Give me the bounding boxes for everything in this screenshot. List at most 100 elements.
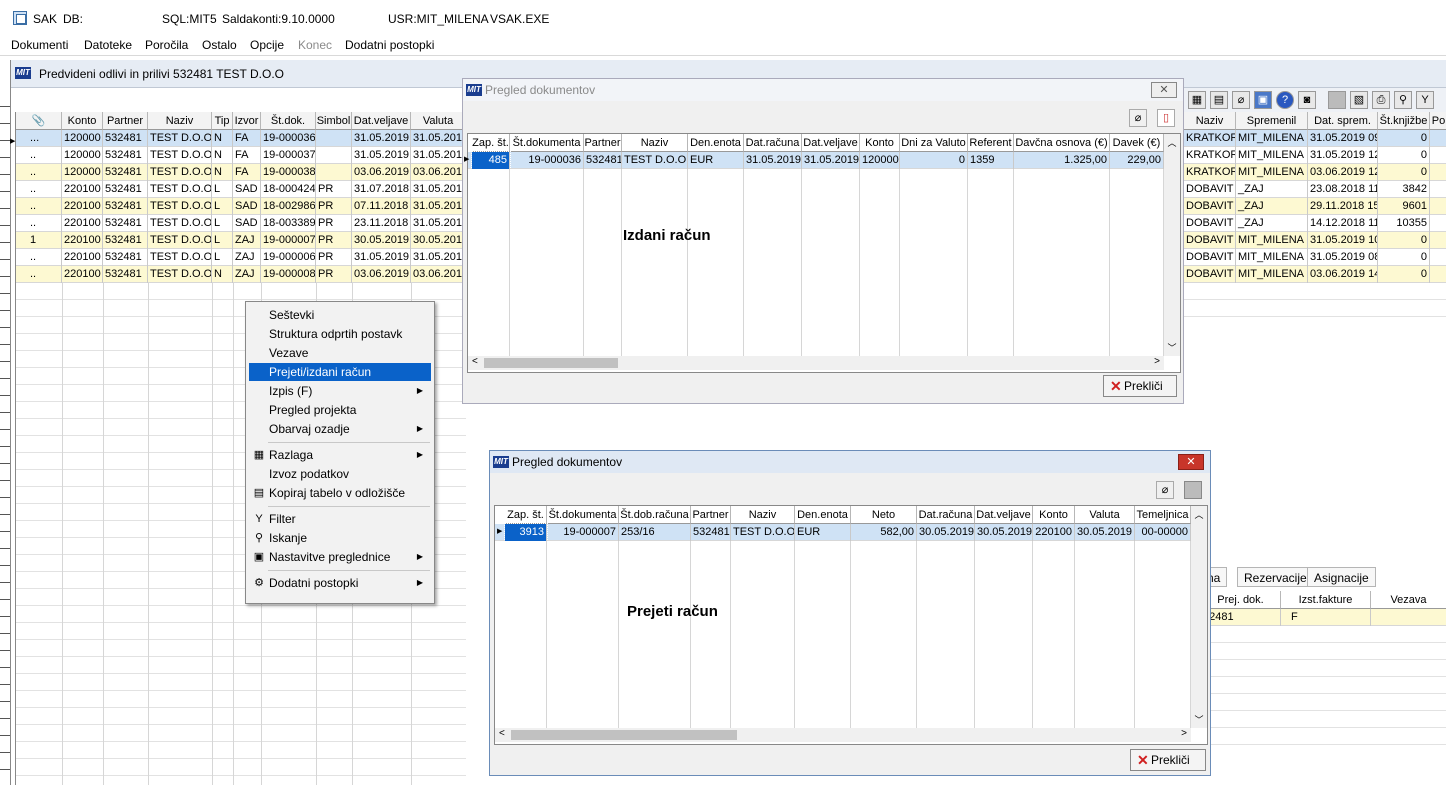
scroll-left-icon[interactable]: < [472, 356, 478, 367]
table-row[interactable]: .. 220100 532481 TEST D.O.O L SAD 18-002986 PR 0… [16, 198, 466, 215]
izdani-col-osnova[interactable]: Davčna osnova (€) [1014, 134, 1110, 152]
toolbar-icon-1[interactable]: ▦ [1188, 91, 1206, 109]
prejeti-grid[interactable]: Zap. št. Št.dokumenta Št.dob.računa Partner… [494, 505, 1208, 745]
lcol-vezava[interactable]: Vezava [1371, 591, 1446, 609]
menu-datoteke[interactable]: Datoteke [84, 38, 132, 52]
izdani-col-konto[interactable]: Konto [860, 134, 900, 152]
rcol-naziv[interactable]: Naziv [1184, 112, 1236, 130]
prejeti-hscroll[interactable]: < > [495, 728, 1191, 742]
table-row[interactable]: DOBAVIT _ZAJ 23.08.2018 11 3842 [1184, 181, 1446, 198]
prejeti-col-datr[interactable]: Dat.računa [917, 506, 975, 524]
ctx-vezave[interactable]: Vezave [249, 344, 431, 362]
ctx-iskanje[interactable]: ⚲ Iskanje [249, 529, 431, 547]
rcol-datsprem[interactable]: Dat. sprem. [1308, 112, 1378, 130]
lower-right-grid[interactable]: Prej. dok. Izst.fakture Vezava 32481 F [1201, 591, 1446, 761]
ctx-prejeti-izdani[interactable]: Prejeti/izdani račun [249, 363, 431, 381]
rcol-po[interactable]: Po [1430, 112, 1446, 130]
print-icon[interactable]: ⎙ [1372, 91, 1390, 109]
col-simbol[interactable]: Simbol [316, 112, 352, 130]
table-row[interactable]: 1 220100 532481 TEST D.O.O L ZAJ 19-000007 PR 30… [16, 232, 466, 249]
izdani-hscroll[interactable]: < > [468, 356, 1164, 370]
col-datveljave[interactable]: Dat.veljave [352, 112, 411, 130]
izdani-grid[interactable]: Zap. št. Št.dokumenta Partner Naziv Den.enot… [464, 133, 1181, 373]
prejeti-col-tem[interactable]: Temeljnica [1135, 506, 1191, 524]
table-row[interactable]: KRATKOR MIT_MILENA 03.06.2019 12 0 [1184, 164, 1446, 181]
izdani-vscroll[interactable]: ︿ ﹀ [1164, 134, 1180, 356]
table-row[interactable]: .. 120000 532481 TEST D.O.O N FA 19-000038 03.0… [16, 164, 466, 181]
scroll-up-icon[interactable]: ︿ [1191, 508, 1207, 521]
menu-dodatni-postopki[interactable]: Dodatni postopki [345, 38, 434, 52]
search-icon[interactable]: ⚲ [1394, 91, 1412, 109]
table-row[interactable]: .. 220100 532481 TEST D.O.O L SAD 18-003389 PR 2… [16, 215, 466, 232]
menu-konec[interactable]: Konec [298, 38, 332, 52]
ctx-izvoz[interactable]: Izvoz podatkov [249, 465, 431, 483]
col-konto[interactable]: Konto [62, 112, 103, 130]
col-attach[interactable]: 📎 [16, 112, 62, 130]
izdani-col-zap[interactable]: Zap. št. [472, 134, 510, 152]
lcol-izstfakture[interactable]: Izst.fakture [1281, 591, 1371, 609]
izdani-col-dni[interactable]: Dni za Valuto [900, 134, 968, 152]
col-izvor[interactable]: Izvor [233, 112, 261, 130]
table-row[interactable]: DOBAVIT _ZAJ 29.11.2018 15 9601 [1184, 198, 1446, 215]
filter-icon[interactable]: Y [1416, 91, 1434, 109]
right-grid[interactable]: Naziv Spremenil Dat. sprem. Št.knjižbe P… [1184, 112, 1446, 328]
col-partner[interactable]: Partner [103, 112, 148, 130]
table-row[interactable]: .. 220100 532481 TEST D.O.O L ZAJ 19-000006 PR 3… [16, 249, 466, 266]
izdani-hscroll-thumb[interactable] [484, 358, 618, 368]
monitor-icon[interactable]: ▣ [1254, 91, 1272, 109]
col-valuta[interactable]: Valuta [411, 112, 466, 130]
prejeti-col-neto[interactable]: Neto [851, 506, 917, 524]
paperclip-icon[interactable]: ⌀ [1156, 481, 1174, 499]
prejeti-cancel-button[interactable]: ✕ Prekliči [1130, 749, 1206, 771]
ctx-razlaga[interactable]: ▦ Razlaga ▶ [249, 446, 431, 464]
izdani-col-stdok[interactable]: Št.dokumenta [510, 134, 584, 152]
ctx-obarvaj[interactable]: Obarvaj ozadje ▶ [249, 420, 431, 438]
lcol-prejdok[interactable]: Prej. dok. [1201, 591, 1281, 609]
table-row[interactable]: DOBAVIT MIT_MILENA 31.05.2019 10 0 [1184, 232, 1446, 249]
edit-icon[interactable]: ▧ [1350, 91, 1368, 109]
ctx-pregled-projekta[interactable]: Pregled projekta [249, 401, 431, 419]
table-row[interactable]: .. 120000 532481 TEST D.O.O N FA 19-000037 31.0… [16, 147, 466, 164]
menu-dokumenti[interactable]: Dokumenti [11, 38, 68, 52]
close-icon[interactable]: ✕ [1151, 82, 1177, 98]
scroll-up-icon[interactable]: ︿ [1164, 136, 1180, 149]
prejeti-col-zap[interactable]: Zap. št. [505, 506, 547, 524]
scroll-right-icon[interactable]: > [1181, 728, 1187, 739]
table-row[interactable]: KRATKOR MIT_MILENA 31.05.2019 12 0 [1184, 147, 1446, 164]
ctx-nastavitve[interactable]: ▣ Nastavitve preglednice ▶ [249, 548, 431, 566]
prejeti-col-den[interactable]: Den.enota [795, 506, 851, 524]
prejeti-col-valuta[interactable]: Valuta [1075, 506, 1135, 524]
col-stdok[interactable]: Št.dok. [261, 112, 316, 130]
prejeti-col-dob[interactable]: Št.dob.računa [619, 506, 691, 524]
ctx-kopiraj[interactable]: ▤ Kopiraj tabelo v odložišče [249, 484, 431, 502]
table-row[interactable]: DOBAVIT MIT_MILENA 03.06.2019 14 0 [1184, 266, 1446, 283]
scroll-down-icon[interactable]: ﹀ [1191, 713, 1207, 726]
document-icon[interactable] [1184, 481, 1202, 499]
izdani-col-davek[interactable]: Davek (€) [1110, 134, 1164, 152]
ctx-filter[interactable]: Y Filter [249, 510, 431, 528]
izdani-col-den[interactable]: Den.enota [688, 134, 744, 152]
close-icon[interactable]: ✕ [1178, 454, 1204, 470]
table-row[interactable]: DOBAVIT _ZAJ 14.12.2018 11 10355 [1184, 215, 1446, 232]
prejeti-col-konto[interactable]: Konto [1033, 506, 1075, 524]
table-row[interactable]: DOBAVIT MIT_MILENA 31.05.2019 08 0 [1184, 249, 1446, 266]
menu-porocila[interactable]: Poročila [145, 38, 188, 52]
help-icon[interactable]: ? [1276, 91, 1294, 109]
camera-icon[interactable]: ◙ [1298, 91, 1316, 109]
prejeti-col-partner[interactable]: Partner [691, 506, 731, 524]
izdani-col-partner[interactable]: Partner [584, 134, 622, 152]
izdani-col-datr[interactable]: Dat.računa [744, 134, 802, 152]
lower-row[interactable]: 32481 F [1201, 609, 1446, 626]
toolbar-icon-2[interactable]: ▤ [1210, 91, 1228, 109]
scroll-down-icon[interactable]: ﹀ [1164, 341, 1180, 354]
ctx-izpis[interactable]: Izpis (F) ▶ [249, 382, 431, 400]
scroll-left-icon[interactable]: < [499, 728, 505, 739]
table-row[interactable]: ... 120000 532481 TEST D.O.O N FA 19-000036 31.… [16, 130, 466, 147]
col-tip[interactable]: Tip [212, 112, 233, 130]
prejeti-hscroll-thumb[interactable] [511, 730, 737, 740]
paperclip-icon[interactable]: ⌀ [1232, 91, 1250, 109]
rcol-spremenil[interactable]: Spremenil [1236, 112, 1308, 130]
prejeti-col-naziv[interactable]: Naziv [731, 506, 795, 524]
menu-opcije[interactable]: Opcije [250, 38, 284, 52]
table-row[interactable]: .. 220100 532481 TEST D.O.O L SAD 18-000424 PR 3… [16, 181, 466, 198]
